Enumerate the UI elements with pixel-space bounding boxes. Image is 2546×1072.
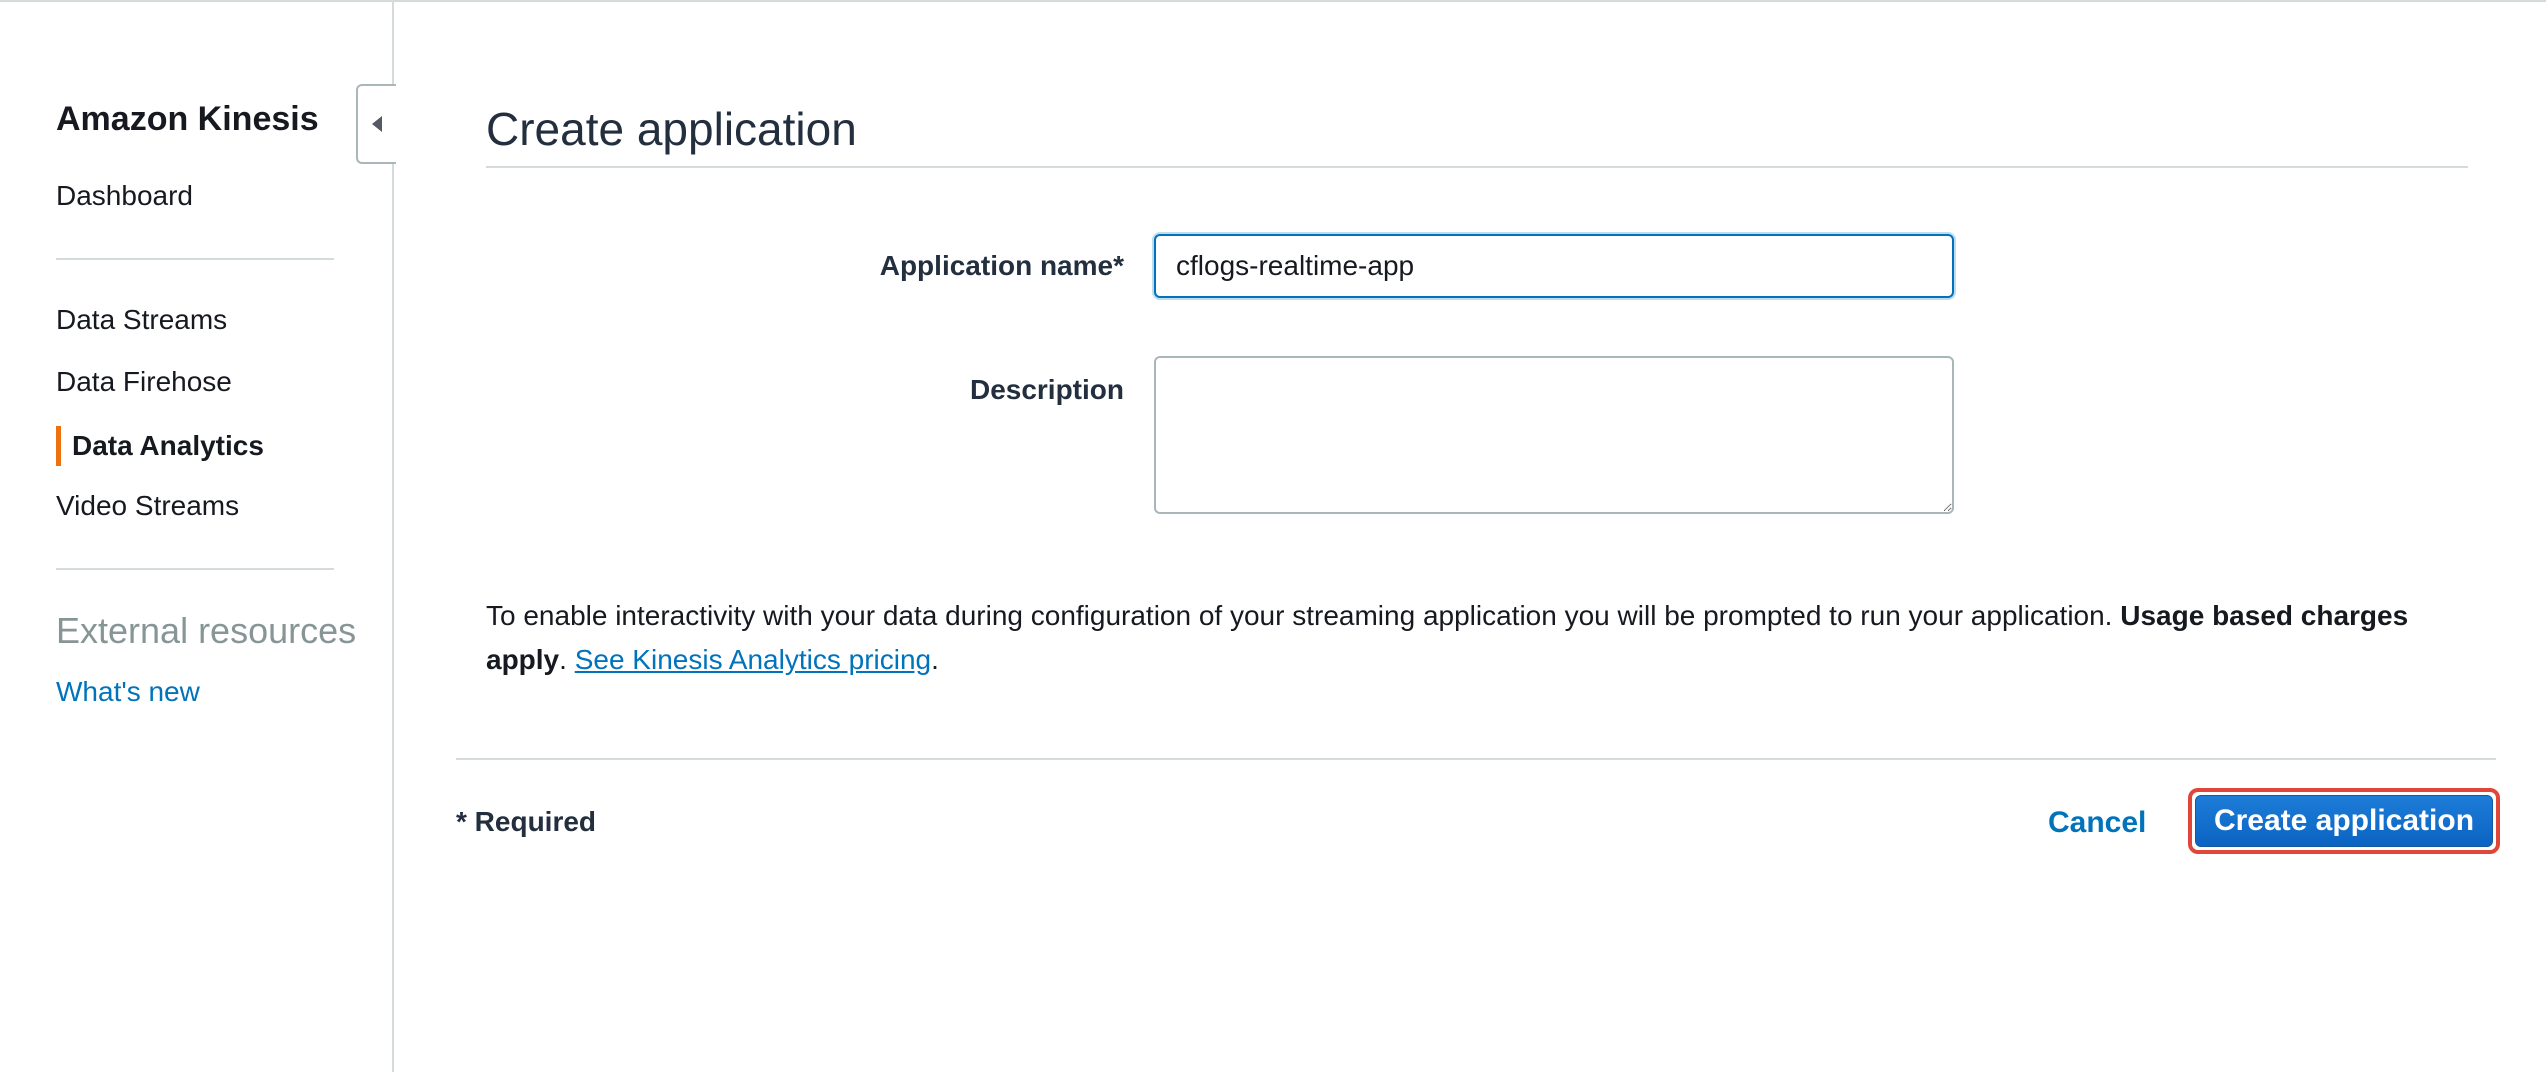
sidebar-item-data-firehose[interactable]: Data Firehose: [56, 366, 232, 398]
sidebar-item-data-analytics[interactable]: Data Analytics: [72, 430, 264, 462]
sidebar: Amazon Kinesis Dashboard Data Streams Da…: [0, 2, 394, 1072]
page-title: Create application: [486, 103, 857, 155]
info-separator: .: [559, 644, 575, 675]
caret-left-icon: [372, 116, 382, 132]
active-indicator: [56, 426, 61, 466]
application-name-input[interactable]: [1154, 234, 1954, 298]
info-text-body: To enable interactivity with your data d…: [486, 600, 2121, 631]
create-button-highlight: Create application: [2188, 788, 2500, 854]
footer-divider: [456, 758, 2496, 760]
application-name-label: Application name*: [879, 250, 1124, 281]
cancel-button[interactable]: Cancel: [2048, 806, 2146, 840]
sidebar-divider: [56, 258, 334, 260]
sidebar-item-dashboard[interactable]: Dashboard: [56, 180, 193, 212]
sidebar-item-video-streams[interactable]: Video Streams: [56, 490, 239, 522]
description-label: Description: [969, 374, 1124, 405]
sidebar-item-data-streams[interactable]: Data Streams: [56, 304, 227, 336]
page: Amazon Kinesis Dashboard Data Streams Da…: [0, 0, 2546, 1072]
pricing-link[interactable]: See Kinesis Analytics pricing: [575, 644, 931, 675]
title-divider: [486, 166, 2468, 168]
sidebar-title: Amazon Kinesis: [56, 100, 319, 138]
sidebar-section-title: External resources: [56, 610, 357, 651]
description-textarea[interactable]: [1154, 356, 1954, 514]
sidebar-collapse-button[interactable]: [356, 84, 396, 164]
info-end: .: [931, 644, 939, 675]
sidebar-divider: [56, 568, 334, 570]
create-application-button[interactable]: Create application: [2195, 795, 2493, 847]
usage-info-text: To enable interactivity with your data d…: [486, 594, 2466, 682]
sidebar-link-whats-new[interactable]: What's new: [56, 676, 200, 708]
required-note: * Required: [456, 806, 597, 837]
